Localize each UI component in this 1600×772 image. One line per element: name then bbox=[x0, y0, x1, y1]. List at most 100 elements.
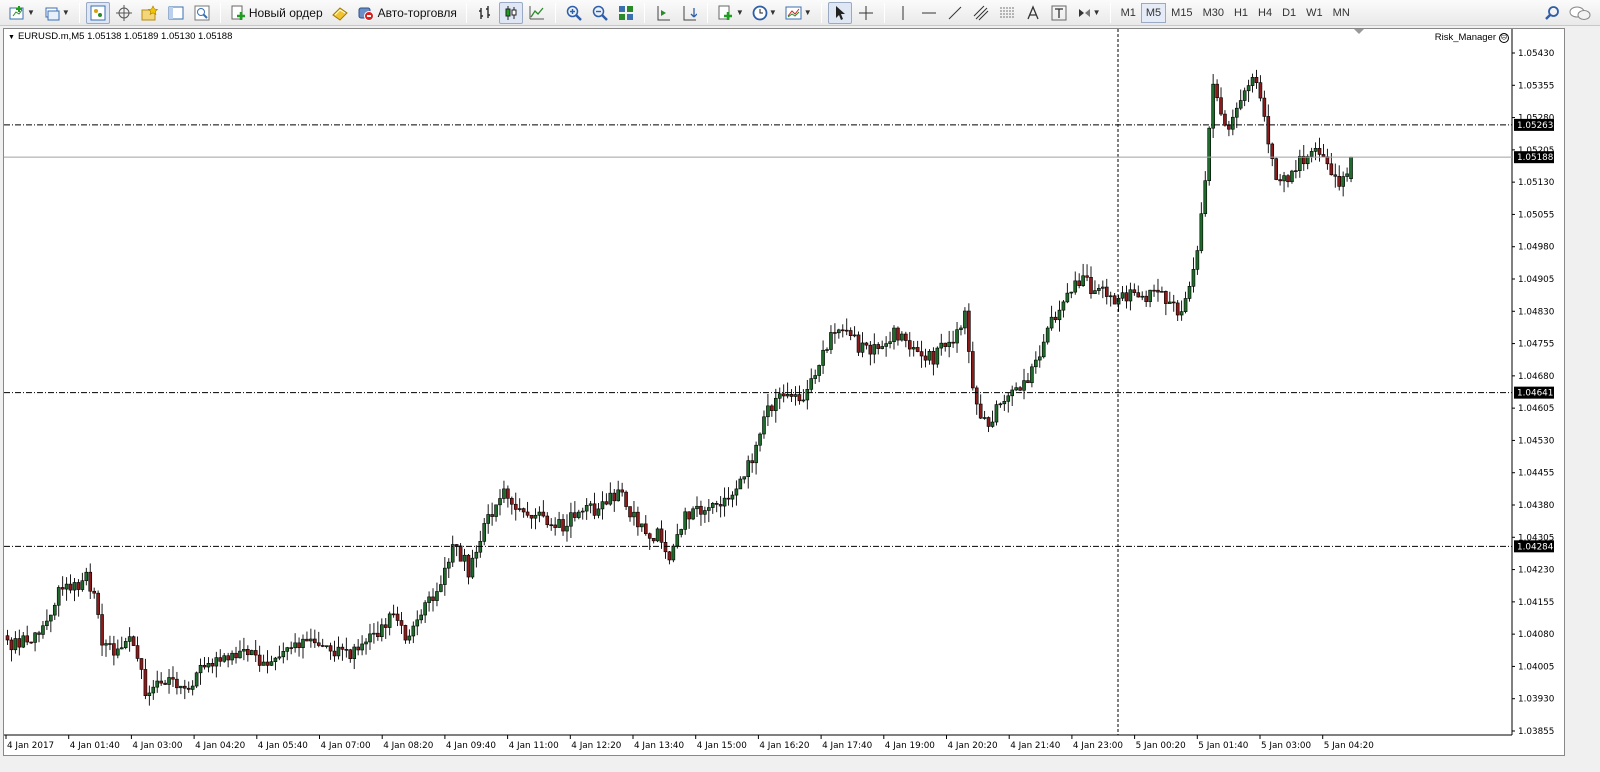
cursor-tool-button[interactable] bbox=[827, 1, 852, 24]
candle-body bbox=[411, 625, 416, 637]
candle-body bbox=[923, 355, 928, 361]
candle-body bbox=[553, 524, 557, 528]
candle-body bbox=[1286, 175, 1290, 183]
timeframe-mn-button[interactable]: MN bbox=[1328, 3, 1355, 23]
candle-body bbox=[1144, 295, 1148, 302]
clock-icon bbox=[752, 5, 768, 20]
market-watch-button[interactable] bbox=[85, 1, 110, 24]
candle-body bbox=[1341, 176, 1345, 187]
candle-body bbox=[13, 638, 18, 651]
horizontal-line-tool-button[interactable] bbox=[917, 2, 941, 24]
candle-body bbox=[1262, 97, 1267, 117]
candle-body bbox=[1045, 327, 1050, 343]
search-icon bbox=[1545, 5, 1559, 20]
chart-shift-marker-icon[interactable] bbox=[1354, 29, 1364, 34]
candle-body bbox=[951, 341, 955, 344]
candle-body bbox=[222, 655, 226, 662]
candle-body bbox=[155, 680, 160, 688]
terminal-window-icon bbox=[168, 6, 184, 19]
candle-body bbox=[1097, 287, 1101, 291]
timeframe-h1-button[interactable]: H1 bbox=[1229, 3, 1253, 23]
expert-advisor-label[interactable]: Risk_Manager ☹ bbox=[1435, 32, 1509, 43]
candle-body bbox=[927, 351, 932, 361]
candle-body bbox=[33, 632, 37, 643]
candle-body bbox=[880, 346, 884, 349]
price-tick-label: 1.04605 bbox=[1518, 404, 1554, 414]
candle-body bbox=[793, 394, 798, 397]
terminal-button[interactable] bbox=[164, 2, 188, 24]
candle-body bbox=[907, 340, 912, 350]
arrows-tool-button[interactable]: ▼ bbox=[1073, 2, 1104, 24]
timeframe-m1-button[interactable]: M1 bbox=[1116, 3, 1141, 23]
chart-shift-button[interactable] bbox=[651, 2, 675, 24]
metaeditor-button[interactable] bbox=[328, 2, 352, 24]
candle-body bbox=[230, 652, 234, 661]
candle-body bbox=[663, 541, 668, 553]
candle-body bbox=[273, 657, 278, 662]
text-label-tool-button[interactable] bbox=[1047, 2, 1071, 24]
candle-body bbox=[860, 342, 865, 353]
search-button[interactable] bbox=[1540, 2, 1564, 24]
trendline-tool-button[interactable] bbox=[943, 2, 967, 24]
line-chart-button[interactable] bbox=[525, 2, 549, 24]
candle-body bbox=[868, 344, 873, 355]
fibonacci-channel-tool-button[interactable] bbox=[969, 2, 993, 24]
candle-body bbox=[691, 508, 695, 520]
price-tick-label: 1.03930 bbox=[1518, 695, 1555, 705]
candle-body bbox=[1195, 250, 1200, 270]
templates-button[interactable]: ▼ bbox=[782, 2, 815, 24]
candle-body bbox=[486, 514, 490, 524]
candle-body bbox=[443, 567, 447, 585]
new-chart-button[interactable]: ▼ bbox=[5, 2, 38, 24]
chart-collapse-triangle-icon[interactable]: ▼ bbox=[8, 34, 15, 41]
timeframe-m30-button[interactable]: M30 bbox=[1198, 3, 1229, 23]
text-letter-icon bbox=[1027, 4, 1039, 19]
candle-body bbox=[419, 614, 424, 621]
periods-button[interactable]: ▼ bbox=[749, 2, 780, 24]
candle-body bbox=[707, 507, 711, 511]
candle-body bbox=[1171, 301, 1176, 304]
crosshair-tool-button[interactable] bbox=[854, 2, 878, 24]
timeframe-m5-button[interactable]: M5 bbox=[1140, 2, 1167, 23]
candle-body bbox=[1309, 151, 1314, 157]
candlestick-chart-button[interactable] bbox=[498, 1, 523, 24]
tile-windows-button[interactable] bbox=[614, 2, 638, 24]
timeframe-d1-button[interactable]: D1 bbox=[1277, 3, 1301, 23]
strategy-tester-button[interactable] bbox=[190, 2, 214, 24]
data-window-button[interactable] bbox=[112, 2, 136, 24]
candle-body bbox=[1187, 286, 1192, 299]
candle-body bbox=[817, 365, 821, 376]
timeframe-h4-button[interactable]: H4 bbox=[1253, 3, 1277, 23]
timeframe-w1-button[interactable]: W1 bbox=[1301, 3, 1328, 23]
candle-body bbox=[911, 347, 916, 350]
candle-body bbox=[612, 492, 617, 502]
candle-body bbox=[1231, 116, 1235, 130]
candle-body bbox=[108, 643, 112, 645]
fibonacci-tool-button[interactable] bbox=[995, 2, 1019, 24]
tester-magnifier-icon bbox=[194, 5, 210, 20]
candle-body bbox=[281, 651, 286, 658]
zoom-out-button[interactable] bbox=[588, 2, 612, 24]
zoom-in-button[interactable] bbox=[562, 2, 586, 24]
profiles-button[interactable]: ▼ bbox=[40, 2, 73, 24]
indicators-button[interactable]: ▼ bbox=[714, 2, 747, 24]
navigator-button[interactable] bbox=[138, 2, 162, 24]
bar-chart-button[interactable] bbox=[473, 2, 497, 24]
candle-body bbox=[872, 344, 877, 355]
candle-body bbox=[1112, 295, 1117, 305]
candle-body bbox=[206, 663, 211, 668]
new-order-icon bbox=[231, 5, 245, 20]
vertical-line-tool-button[interactable] bbox=[891, 2, 915, 24]
chat-button[interactable] bbox=[1566, 2, 1594, 24]
candle-body bbox=[982, 417, 987, 419]
text-tool-button[interactable] bbox=[1021, 2, 1045, 24]
autotrading-button[interactable]: Авто-торговля bbox=[354, 2, 460, 24]
timeframe-m15-button[interactable]: M15 bbox=[1166, 3, 1197, 23]
price-chart[interactable]: 1.054301.053551.052801.052051.051301.050… bbox=[4, 29, 1566, 757]
fibonacci-icon bbox=[999, 7, 1014, 17]
candle-body bbox=[687, 511, 691, 520]
new-order-button[interactable]: Новый ордер bbox=[227, 2, 326, 24]
price-tick-label: 1.04080 bbox=[1518, 630, 1555, 640]
chart-window[interactable]: 1.05430 1.05355 1.05280 1.05205 1.05130 1.050… bbox=[3, 28, 1565, 756]
autoscroll-button[interactable] bbox=[677, 2, 701, 24]
